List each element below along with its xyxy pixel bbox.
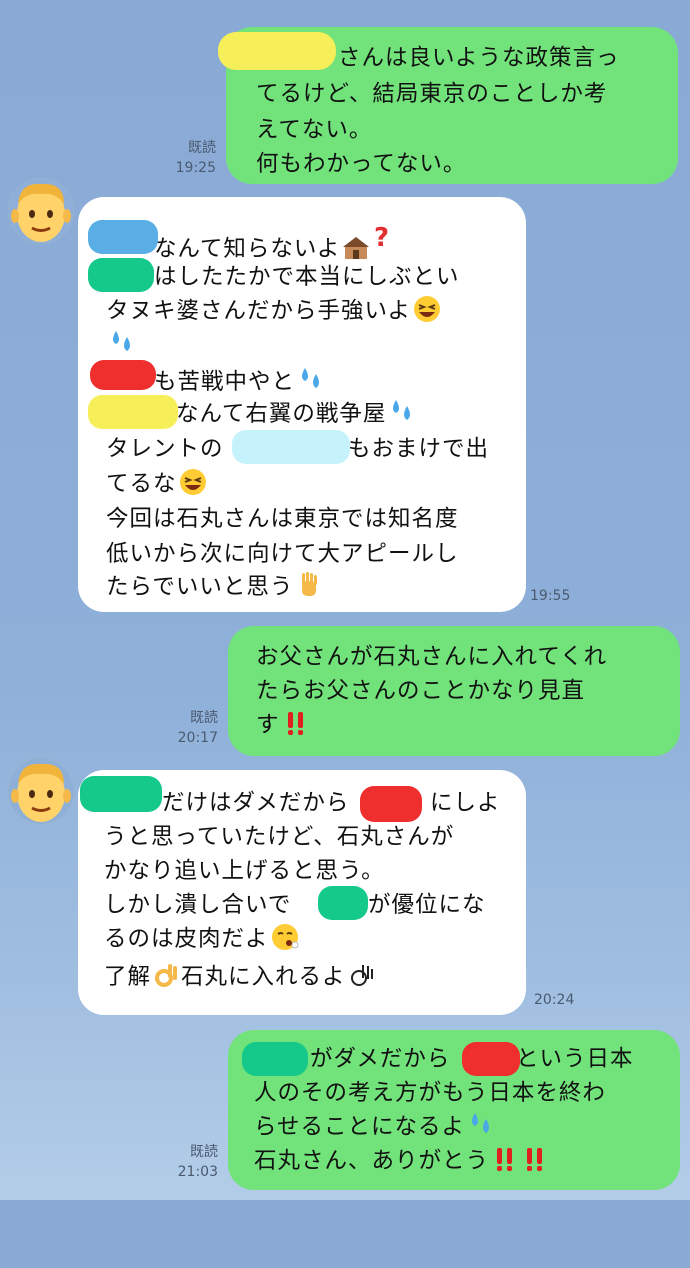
message-line: しかし潰し合いで	[104, 892, 292, 918]
double-exclamation-icon	[527, 1148, 543, 1171]
sweat-droplets-icon	[472, 1113, 490, 1133]
message-line: さんは良いような政策言っ	[338, 45, 620, 71]
sweat-droplets-icon	[393, 400, 411, 420]
message-line: らせることになるよ	[254, 1110, 495, 1144]
message-line: てるな	[106, 467, 207, 501]
redaction-mark	[318, 886, 368, 920]
redaction-mark	[218, 32, 336, 70]
toolbar-icons	[0, 0, 690, 8]
message-line: という日本	[516, 1046, 634, 1072]
message-line: たらお父さんのことかなり見直	[256, 678, 586, 704]
redaction-mark	[90, 360, 156, 390]
message-line: うと思っていたけど、石丸さんが	[104, 824, 455, 850]
message-line: るのは皮肉だよ	[104, 922, 299, 956]
sweat-droplets-icon	[113, 331, 130, 351]
message-bubble[interactable]: お父さんが石丸さんに入れてくれ たらお父さんのことかなり見直 す	[228, 626, 680, 756]
exhaling-face-icon	[271, 924, 299, 950]
message-line: にしよ	[430, 790, 501, 816]
message-line: はしたたかで本当にしぶとい	[154, 264, 460, 290]
ok-hand-icon	[155, 964, 178, 987]
timestamp: 19:55	[530, 588, 571, 604]
question-icon: ?	[374, 223, 390, 250]
redaction-mark	[88, 220, 158, 254]
double-exclamation-icon	[497, 1148, 513, 1171]
redaction-mark	[462, 1042, 520, 1076]
message-line: 人のその考え方がもう日本を終わ	[254, 1080, 606, 1106]
double-exclamation-icon	[287, 712, 303, 735]
message-line: も苦戦中やと	[154, 365, 325, 399]
timestamp: 20:17	[177, 730, 218, 746]
redaction-mark	[80, 776, 162, 812]
timestamp: 21:03	[177, 1164, 218, 1180]
message-line: タレントの	[106, 436, 224, 462]
message-line: かなり追い上げると思う。	[104, 858, 385, 884]
message-meta: 20:24	[534, 990, 590, 1010]
redaction-mark	[360, 786, 422, 822]
redaction-mark	[232, 430, 350, 464]
contact-avatar[interactable]	[8, 178, 74, 244]
message-line: なんて右翼の戦争屋	[176, 397, 416, 431]
message-line: す	[256, 708, 310, 742]
hut-icon	[343, 237, 370, 259]
laughing-face-icon	[414, 296, 441, 322]
contact-avatar[interactable]	[8, 758, 74, 824]
message-line: タヌキ婆さんだから手強いよ	[106, 294, 441, 328]
read-status: 既読	[190, 1144, 218, 1160]
timestamp: 19:25	[175, 160, 216, 176]
svg-text:?: ?	[374, 223, 390, 250]
message-line: えてない。	[256, 117, 373, 143]
sweat-droplets-icon	[302, 368, 320, 388]
ok-hand-outline-icon	[350, 965, 373, 986]
raised-hand-icon	[302, 572, 318, 596]
message-line: たらでいいと思う	[106, 570, 323, 604]
top-toolbar	[0, 0, 690, 8]
redaction-mark	[88, 258, 154, 292]
read-status: 既読	[190, 710, 218, 726]
message-line: 了解 石丸に入れるよ	[104, 960, 376, 994]
redaction-mark	[88, 395, 178, 429]
message-line: なんて知らないよ?	[154, 222, 396, 262]
message-line: 今回は石丸さんは東京では知名度	[106, 506, 459, 532]
message-line: が優位にな	[368, 892, 486, 918]
message-meta: 既読 20:17	[150, 708, 218, 748]
laughing-face-icon	[179, 469, 206, 495]
message-meta: 19:55	[530, 586, 586, 606]
timestamp: 20:24	[534, 992, 575, 1008]
message-line: 石丸さん、ありがとう	[254, 1144, 549, 1178]
message-line: てるけど、結局東京のことしか考	[256, 81, 608, 107]
message-meta: 既読 21:03	[150, 1142, 218, 1182]
message-line: だけはダメだから	[162, 790, 350, 816]
message-line: もおまけで出	[348, 436, 490, 462]
message-line: 低いから次に向けて大アピールし	[106, 541, 459, 567]
message-line: がダメだから	[310, 1046, 451, 1072]
read-status: 既読	[188, 140, 216, 156]
redaction-mark	[242, 1042, 308, 1076]
message-line: 何もわかってない。	[256, 151, 467, 177]
message-line: お父さんが石丸さんに入れてくれ	[256, 644, 608, 670]
message-meta: 既読 19:25	[150, 138, 216, 178]
message-line	[106, 328, 136, 362]
man-face-icon	[8, 178, 74, 244]
man-face-icon	[8, 758, 74, 824]
